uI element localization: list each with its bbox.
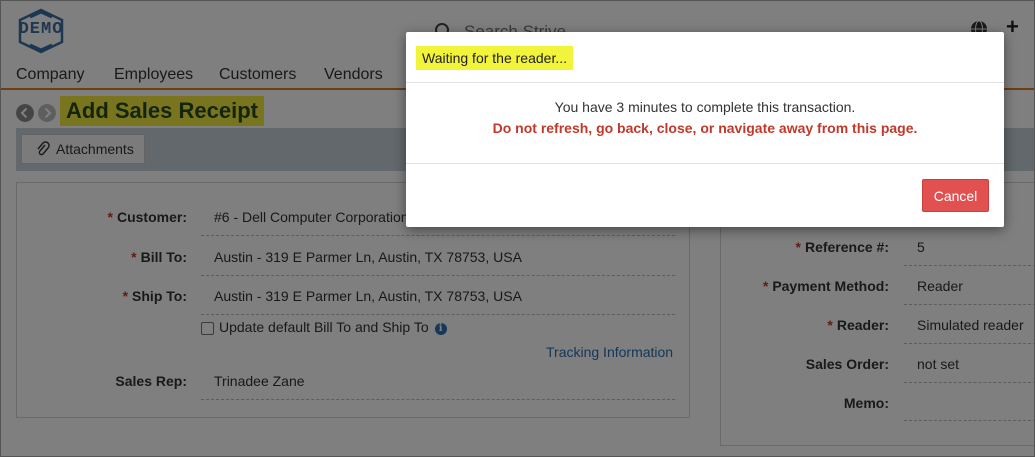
dialog-header: Waiting for the reader... <box>406 32 1004 83</box>
dialog-body: You have 3 minutes to complete this tran… <box>406 83 1004 164</box>
dialog-title: Waiting for the reader... <box>416 46 573 70</box>
cancel-button[interactable]: Cancel <box>922 179 989 212</box>
dialog-warning: Do not refresh, go back, close, or navig… <box>492 120 918 136</box>
reader-wait-dialog: Waiting for the reader... You have 3 min… <box>406 32 1004 227</box>
dialog-message: You have 3 minutes to complete this tran… <box>554 99 856 115</box>
